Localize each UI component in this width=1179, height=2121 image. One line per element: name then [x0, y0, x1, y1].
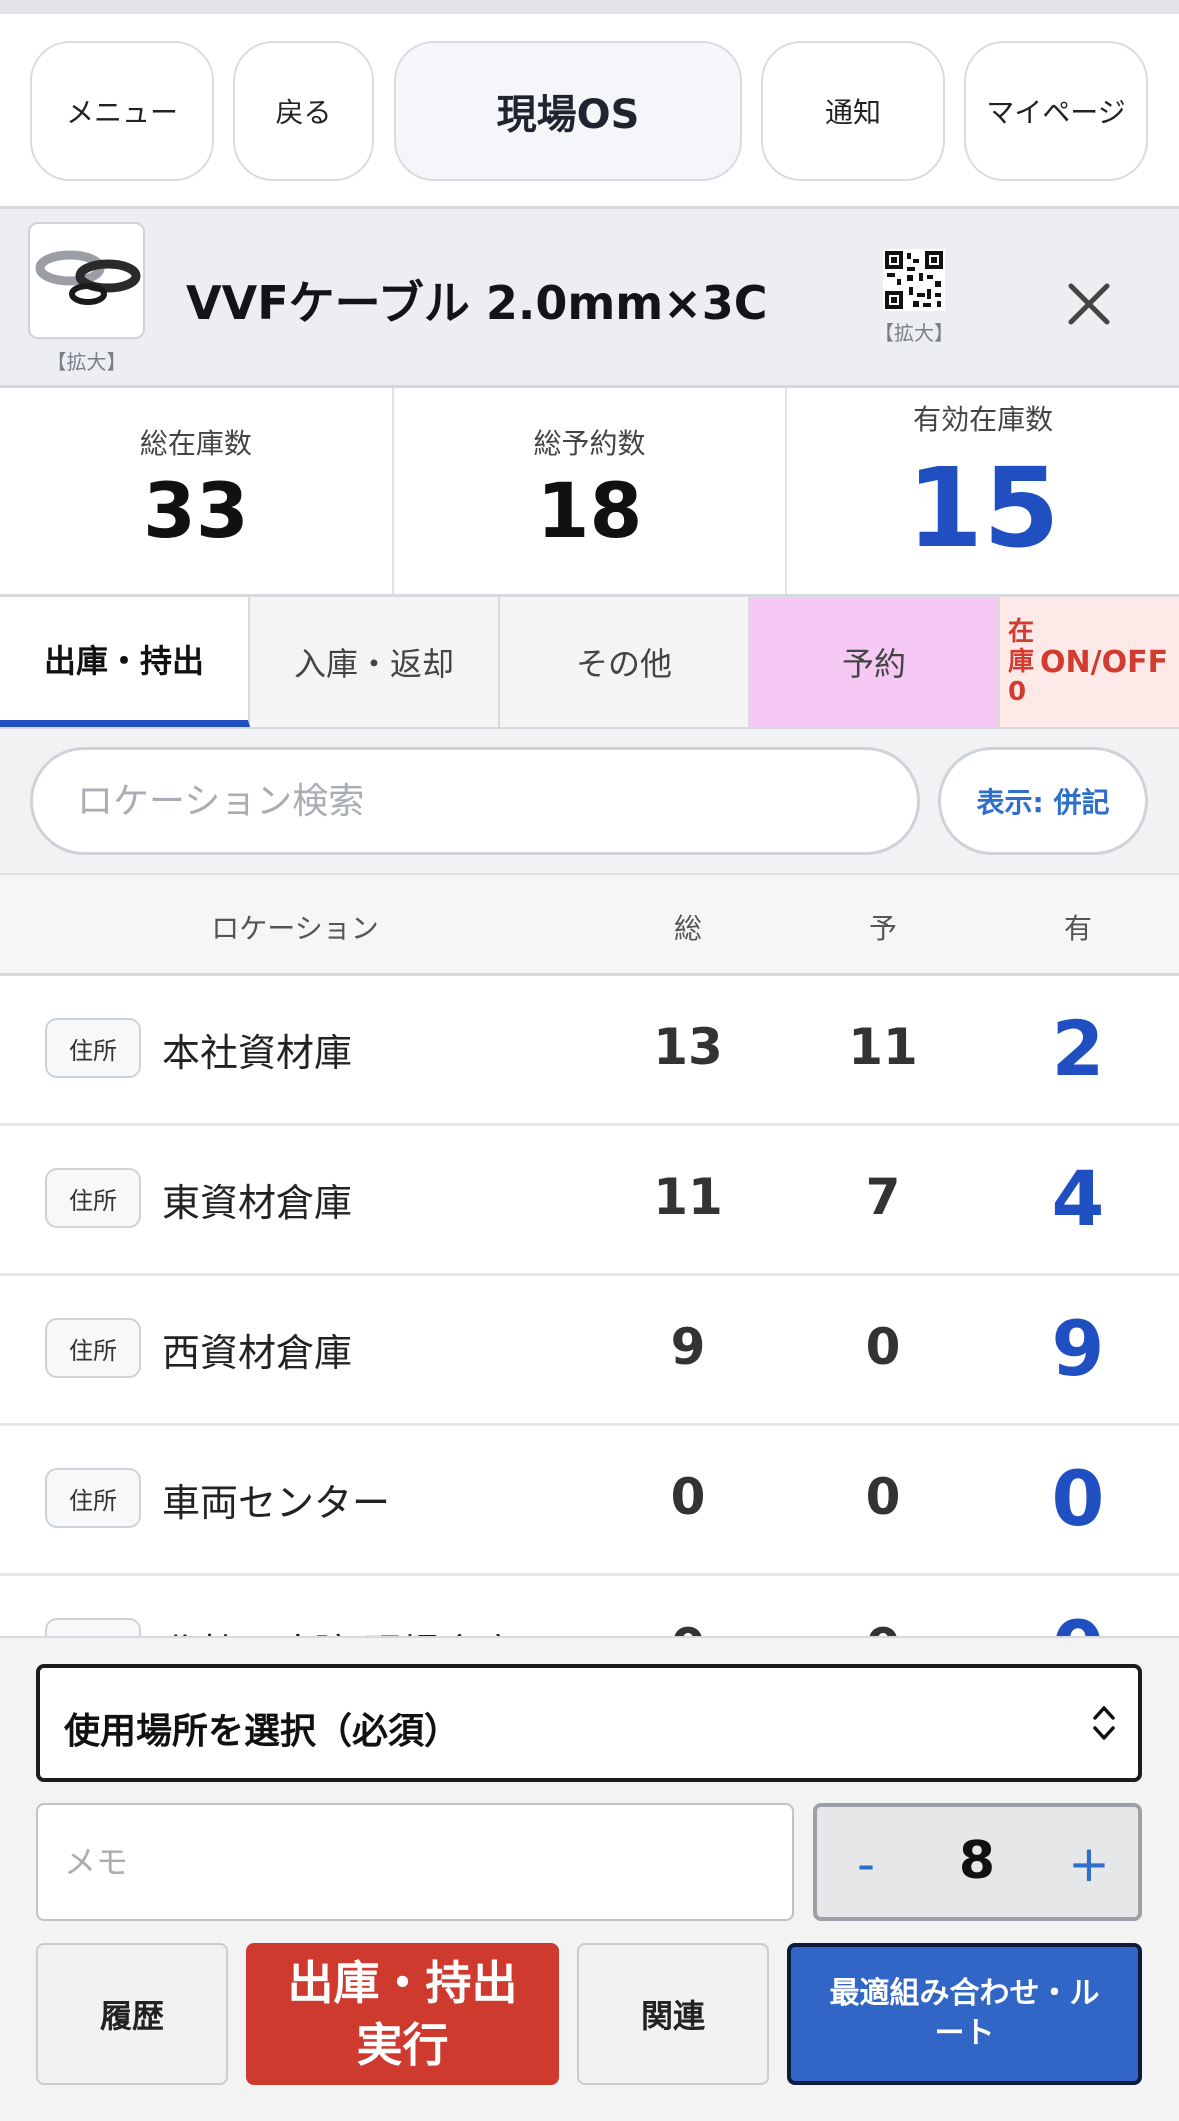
decrement-button[interactable]: -	[831, 1829, 901, 1899]
mypage-button[interactable]: マイページ	[964, 41, 1148, 181]
table-row[interactable]: 住所 東資材倉庫 11 7 4	[0, 1126, 1179, 1276]
effective-stock-stat: 有効在庫数 15	[787, 388, 1179, 594]
close-icon[interactable]	[1058, 273, 1120, 335]
effective-cell: 2	[1051, 1004, 1105, 1093]
execute-outbound-button[interactable]: 出庫・持出 実行	[246, 1943, 559, 2085]
header: メニュー 戻る 現場OS 通知 マイページ	[0, 14, 1179, 209]
search-row: 表示: 併記	[0, 729, 1179, 875]
total-stock-value: 33	[142, 466, 249, 555]
usage-location-select[interactable]: 使用場所を選択（必須）	[36, 1664, 1142, 1782]
tab-inbound[interactable]: 入庫・返却	[250, 597, 500, 727]
app-screen: メニュー 戻る 現場OS 通知 マイページ 【拡大】 VVFケーブル 2.0mm…	[0, 0, 1179, 2121]
effective-stock-label: 有効在庫数	[913, 403, 1054, 436]
related-button[interactable]: 関連	[577, 1943, 769, 2085]
total-cell: 0	[670, 1468, 706, 1526]
display-mode-button[interactable]: 表示: 併記	[938, 747, 1148, 855]
col-location: ロケーション	[211, 912, 379, 945]
reserved-cell: 0	[823, 1618, 943, 1637]
total-cell: 0	[628, 1618, 748, 1637]
table-row[interactable]: 住所 本社資材庫 13 11 2	[0, 976, 1179, 1126]
total-stock-label: 総在庫数	[139, 427, 252, 460]
updown-chevron-icon	[1093, 1706, 1115, 1740]
qr-enlarge-label[interactable]: 【拡大】	[870, 317, 958, 346]
reserved-cell: 0	[865, 1318, 901, 1376]
address-badge: 住所	[45, 1618, 141, 1637]
toggle-char: 在	[1008, 617, 1035, 647]
reserved-cell: 0	[865, 1468, 901, 1526]
location-name: 北杜区病院 現場倉庫	[162, 1622, 516, 1637]
stock-summary: 総在庫数 33 総予約数 18 有効在庫数 15	[0, 388, 1179, 597]
reserved-cell: 11	[848, 1018, 918, 1076]
col-reserved: 予	[868, 912, 897, 945]
total-cell: 13	[653, 1018, 723, 1076]
table-header: ロケーション 総 予 有	[0, 875, 1179, 976]
address-badge: 住所	[45, 1018, 141, 1078]
address-badge: 住所	[45, 1468, 141, 1528]
notifications-button[interactable]: 通知	[761, 41, 945, 181]
effective-cell: 0	[1008, 1604, 1148, 1637]
location-search-input[interactable]	[30, 747, 920, 855]
toggle-char: 庫	[1008, 647, 1035, 677]
toggle-onoff-label: ON/OFF	[1040, 644, 1169, 680]
product-name: VVFケーブル 2.0mm×3C	[186, 276, 768, 330]
execute-button-line2: 実行	[356, 2018, 449, 2072]
tab-reserve[interactable]: 予約	[750, 597, 1000, 727]
usage-location-select-label: 使用場所を選択（必須）	[64, 1711, 461, 1752]
col-total: 総	[673, 912, 702, 945]
cable-coil-image	[35, 250, 141, 305]
mode-tabs: 出庫・持出 入庫・返却 その他 予約 在 庫 0 ON/OFF	[0, 597, 1179, 729]
col-effective: 有	[1063, 912, 1092, 945]
tab-other[interactable]: その他	[500, 597, 750, 727]
effective-stock-value: 15	[906, 444, 1060, 572]
quantity-stepper: - 8 +	[813, 1803, 1142, 1921]
product-thumbnail[interactable]	[28, 222, 145, 339]
location-name: 車両センター	[162, 1481, 391, 1525]
address-badge: 住所	[45, 1318, 141, 1378]
optimal-route-button[interactable]: 最適組み合わせ・ルート	[787, 1943, 1142, 2085]
effective-cell: 0	[1051, 1454, 1105, 1543]
action-panel: 使用場所を選択（必須） - 8 + 履歴 出庫・持出 実行 関連 最適組み合わせ…	[0, 1636, 1179, 2121]
stock-zero-label: 在 庫 0	[1008, 617, 1034, 707]
effective-cell: 9	[1051, 1304, 1105, 1393]
history-button[interactable]: 履歴	[36, 1943, 228, 2085]
toggle-char: 0	[1008, 677, 1027, 707]
location-name: 本社資材庫	[162, 1031, 353, 1075]
location-name: 東資材倉庫	[162, 1181, 353, 1225]
execute-button-line1: 出庫・持出	[287, 1956, 518, 2010]
location-table: 住所 本社資材庫 13 11 2 住所 東資材倉庫 11 7 4 住所 西資材倉…	[0, 976, 1179, 1637]
total-stock-stat: 総在庫数 33	[0, 388, 394, 594]
quantity-value: 8	[958, 1831, 996, 1891]
address-badge: 住所	[45, 1168, 141, 1228]
total-reserved-stat: 総予約数 18	[394, 388, 788, 594]
total-reserved-label: 総予約数	[533, 427, 646, 460]
back-button[interactable]: 戻る	[233, 41, 374, 181]
tab-outbound[interactable]: 出庫・持出	[0, 597, 250, 727]
memo-field[interactable]	[36, 1803, 794, 1921]
table-row[interactable]: 住所 西資材倉庫 9 0 9	[0, 1276, 1179, 1426]
qr-code-icon[interactable]	[883, 249, 945, 311]
stock-zero-toggle[interactable]: 在 庫 0 ON/OFF	[1000, 597, 1179, 727]
location-name: 西資材倉庫	[162, 1331, 353, 1375]
table-row[interactable]: 住所 北杜区病院 現場倉庫 0 0 0	[0, 1576, 1179, 1637]
table-row[interactable]: 住所 車両センター 0 0 0	[0, 1426, 1179, 1576]
app-title-button[interactable]: 現場OS	[394, 41, 742, 181]
product-bar: 【拡大】 VVFケーブル 2.0mm×3C 【拡大】	[0, 209, 1179, 388]
effective-cell: 4	[1051, 1154, 1105, 1243]
increment-button[interactable]: +	[1054, 1829, 1124, 1899]
thumbnail-enlarge-label[interactable]: 【拡大】	[28, 346, 145, 375]
top-strip	[0, 0, 1179, 14]
menu-button[interactable]: メニュー	[30, 41, 214, 181]
total-cell: 11	[653, 1168, 723, 1226]
total-cell: 9	[670, 1318, 706, 1376]
reserved-cell: 7	[865, 1168, 901, 1226]
total-reserved-value: 18	[536, 466, 643, 555]
